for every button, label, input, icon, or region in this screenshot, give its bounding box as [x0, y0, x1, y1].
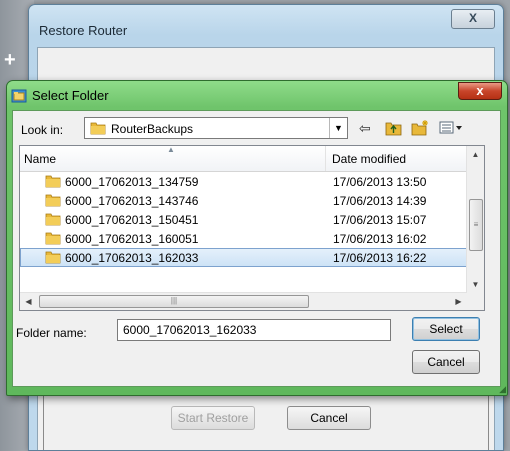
restore-cancel-button[interactable]: Cancel: [287, 406, 371, 430]
folder-date: 17/06/2013 13:50: [333, 175, 427, 189]
folder-name: 6000_17062013_143746: [65, 194, 199, 208]
dialog-title: Select Folder: [32, 88, 109, 103]
dialog-body: Look in: RouterBackups ▼ ⇦ ▲ Name Date m…: [12, 110, 501, 387]
look-in-dropdown[interactable]: RouterBackups ▼: [84, 117, 348, 139]
folder-name-label: Folder name:: [16, 326, 87, 340]
folder-date: 17/06/2013 15:07: [333, 213, 427, 227]
column-date-label: Date modified: [332, 152, 407, 166]
scroll-down-icon[interactable]: ▼: [467, 276, 484, 293]
scroll-corner: [467, 293, 484, 310]
list-item[interactable]: 6000_17062013_150451 17/06/2013 15:07: [20, 210, 467, 229]
list-rows: 6000_17062013_134759 17/06/2013 13:50 60…: [20, 172, 467, 267]
back-arrow-icon[interactable]: ⇦: [359, 119, 371, 137]
folder-icon: [45, 175, 61, 188]
new-folder-icon[interactable]: [411, 120, 429, 136]
folder-name: 6000_17062013_160051: [65, 232, 199, 246]
chevron-down-icon[interactable]: ▼: [329, 118, 347, 138]
folder-date: 17/06/2013 16:02: [333, 232, 427, 246]
folder-name: 6000_17062013_162033: [65, 251, 199, 265]
vertical-scroll-thumb[interactable]: ≡: [469, 199, 483, 251]
horizontal-scroll-thumb[interactable]: |||: [39, 295, 309, 308]
restore-router-close-button[interactable]: X: [451, 9, 495, 29]
list-item[interactable]: 6000_17062013_160051 17/06/2013 16:02: [20, 229, 467, 248]
folder-name: 6000_17062013_134759: [65, 175, 199, 189]
app-folder-icon: [11, 89, 27, 103]
list-header: ▲ Name Date modified: [20, 146, 467, 172]
folder-icon: [45, 213, 61, 226]
folder-name: 6000_17062013_150451: [65, 213, 199, 227]
start-restore-button[interactable]: Start Restore: [171, 406, 255, 430]
folder-icon: [45, 194, 61, 207]
views-menu-icon[interactable]: [439, 121, 463, 135]
resize-grip-icon[interactable]: ◢: [499, 385, 506, 394]
column-name-label: Name: [24, 152, 57, 166]
vertical-scrollbar[interactable]: ▲ ≡ ▼: [466, 146, 484, 293]
list-item[interactable]: 6000_17062013_143746 17/06/2013 14:39: [20, 191, 467, 210]
plus-icon: +: [4, 49, 16, 71]
column-header-date[interactable]: Date modified: [326, 146, 467, 171]
up-folder-icon[interactable]: [385, 120, 402, 136]
restore-router-title: Restore Router: [39, 23, 128, 38]
folder-name-field[interactable]: [117, 319, 391, 341]
folder-icon: [45, 232, 61, 245]
folder-list-view[interactable]: ▲ Name Date modified 6000_17062013_13475…: [19, 145, 485, 311]
sort-ascending-icon: ▲: [167, 145, 175, 154]
select-folder-dialog: Select Folder x Look in: RouterBackups ▼…: [6, 80, 508, 396]
scroll-left-icon[interactable]: ◀: [20, 293, 37, 310]
scroll-right-icon[interactable]: ▶: [450, 293, 467, 310]
cancel-button[interactable]: Cancel: [412, 350, 480, 374]
column-header-name[interactable]: ▲ Name: [20, 146, 326, 171]
folder-date: 17/06/2013 14:39: [333, 194, 427, 208]
list-item-selected[interactable]: 6000_17062013_162033 17/06/2013 16:22: [20, 248, 467, 267]
dialog-close-button[interactable]: x: [458, 82, 502, 100]
look-in-label: Look in:: [21, 123, 64, 137]
folder-icon: [90, 122, 106, 135]
scroll-up-icon[interactable]: ▲: [467, 146, 484, 163]
horizontal-scrollbar[interactable]: ◀ ||| ▶: [20, 292, 467, 310]
select-button[interactable]: Select: [412, 317, 480, 341]
look-in-value: RouterBackups: [111, 122, 194, 136]
folder-icon: [45, 251, 61, 264]
folder-date: 17/06/2013 16:22: [333, 251, 427, 265]
list-item[interactable]: 6000_17062013_134759 17/06/2013 13:50: [20, 172, 467, 191]
